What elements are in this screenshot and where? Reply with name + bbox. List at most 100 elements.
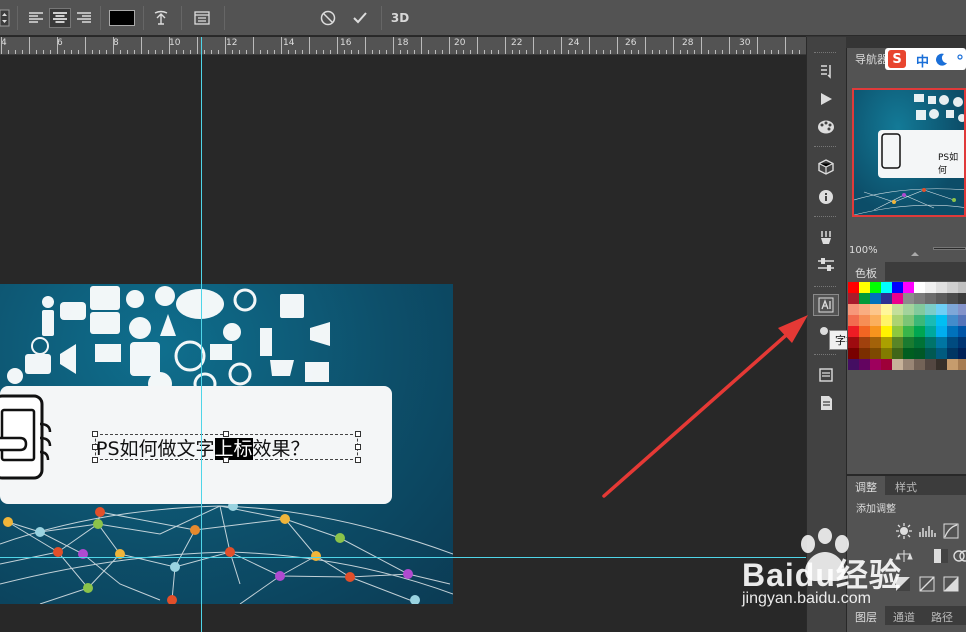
color-swatch[interactable]	[947, 282, 958, 293]
color-swatch[interactable]	[848, 304, 859, 315]
color-swatch[interactable]	[892, 337, 903, 348]
adjustment-sliders-icon[interactable]	[813, 254, 839, 276]
gradient-map-icon[interactable]	[919, 576, 935, 592]
color-swatch[interactable]	[958, 293, 966, 304]
levels-icon[interactable]	[919, 524, 937, 538]
ime-chinese-mode[interactable]: 中	[916, 51, 929, 70]
warp-text-icon[interactable]	[151, 8, 171, 28]
color-swatch[interactable]	[947, 348, 958, 359]
color-swatch[interactable]	[958, 315, 966, 326]
align-center-icon[interactable]	[49, 8, 71, 28]
color-swatch[interactable]	[947, 315, 958, 326]
color-swatch[interactable]	[958, 326, 966, 337]
horizontal-ruler[interactable]: 4 6 8 10 12 14 16 18 20 22 24 26 28 30	[0, 37, 806, 55]
character-panel-toggle-icon[interactable]	[192, 8, 212, 28]
color-swatch[interactable]	[859, 315, 870, 326]
color-swatch[interactable]	[892, 359, 903, 370]
color-swatch[interactable]	[914, 315, 925, 326]
color-swatch[interactable]	[936, 304, 947, 315]
color-swatch[interactable]	[947, 293, 958, 304]
color-swatch[interactable]	[848, 293, 859, 304]
color-swatch[interactable]	[859, 304, 870, 315]
color-swatch[interactable]	[914, 326, 925, 337]
commit-check-icon[interactable]	[350, 8, 370, 28]
curves-icon[interactable]	[943, 523, 959, 539]
layers-tab[interactable]: 图层	[847, 606, 885, 625]
color-swatch[interactable]	[947, 326, 958, 337]
color-swatch[interactable]	[870, 359, 881, 370]
brush-presets-icon[interactable]	[813, 226, 839, 248]
ime-moon-icon[interactable]	[935, 52, 949, 66]
paragraph-styles-icon[interactable]	[813, 364, 839, 386]
actions-play-icon[interactable]	[813, 88, 839, 110]
color-swatch[interactable]	[881, 359, 892, 370]
color-swatch[interactable]	[903, 304, 914, 315]
navigator-thumbnail[interactable]: PS如何	[852, 88, 966, 217]
align-left-icon[interactable]	[26, 8, 46, 28]
character-panel-icon[interactable]	[813, 294, 839, 316]
swatches-tab[interactable]: 色板	[847, 262, 885, 281]
cancel-icon[interactable]	[318, 8, 338, 28]
color-swatch[interactable]	[859, 293, 870, 304]
headline-text[interactable]: PS如何做文字上标效果？	[96, 434, 310, 461]
color-swatch[interactable]	[925, 293, 936, 304]
horizontal-guide[interactable]	[0, 557, 806, 558]
color-swatch[interactable]	[848, 359, 859, 370]
3d-button[interactable]: 3D	[389, 8, 411, 28]
color-swatch[interactable]	[892, 348, 903, 359]
vertical-guide[interactable]	[201, 37, 202, 632]
color-swatch[interactable]	[936, 359, 947, 370]
invert-icon[interactable]	[895, 576, 911, 592]
color-swatch[interactable]	[848, 326, 859, 337]
adjustments-tab[interactable]: 调整	[847, 476, 885, 495]
color-palette-icon[interactable]	[813, 116, 839, 138]
color-swatch[interactable]	[925, 315, 936, 326]
color-swatch[interactable]	[892, 315, 903, 326]
color-swatch[interactable]	[848, 348, 859, 359]
channels-tab[interactable]: 通道	[885, 606, 923, 625]
color-swatch[interactable]	[936, 348, 947, 359]
color-swatch[interactable]	[859, 282, 870, 293]
font-size-stepper[interactable]	[0, 8, 10, 28]
color-swatch[interactable]	[936, 337, 947, 348]
color-swatch[interactable]	[903, 337, 914, 348]
brightness-icon[interactable]	[895, 522, 913, 540]
color-swatch[interactable]	[936, 293, 947, 304]
color-swatch[interactable]	[903, 282, 914, 293]
color-swatch[interactable]	[947, 304, 958, 315]
color-swatch[interactable]	[870, 304, 881, 315]
color-swatch[interactable]	[892, 282, 903, 293]
text-layer[interactable]: PS如何做文字上标效果？	[0, 284, 453, 604]
color-swatch[interactable]	[903, 315, 914, 326]
color-swatch[interactable]	[903, 359, 914, 370]
color-swatch[interactable]	[925, 304, 936, 315]
color-swatch[interactable]	[892, 304, 903, 315]
transform-handle[interactable]	[92, 444, 98, 450]
color-swatch[interactable]	[881, 304, 892, 315]
color-swatch[interactable]	[881, 337, 892, 348]
color-swatch[interactable]	[914, 293, 925, 304]
color-swatch[interactable]	[892, 326, 903, 337]
color-swatch[interactable]	[859, 359, 870, 370]
color-swatch[interactable]	[958, 348, 966, 359]
ime-toolbar[interactable]: S 中	[885, 48, 966, 70]
color-swatch[interactable]	[881, 326, 892, 337]
color-swatch[interactable]	[947, 337, 958, 348]
color-swatch[interactable]	[958, 304, 966, 315]
color-swatch[interactable]	[870, 282, 881, 293]
color-swatch[interactable]	[881, 282, 892, 293]
color-swatch[interactable]	[914, 348, 925, 359]
color-swatch[interactable]	[859, 348, 870, 359]
color-swatch[interactable]	[914, 337, 925, 348]
color-swatch[interactable]	[958, 337, 966, 348]
history-icon[interactable]	[813, 60, 839, 82]
selective-color-icon[interactable]	[943, 576, 959, 592]
zoom-slider[interactable]	[933, 247, 966, 250]
color-swatch[interactable]	[859, 337, 870, 348]
color-swatch[interactable]	[903, 293, 914, 304]
transform-handle[interactable]	[355, 457, 361, 463]
color-swatch[interactable]	[870, 337, 881, 348]
color-swatch[interactable]	[936, 326, 947, 337]
color-swatch[interactable]	[870, 293, 881, 304]
color-swatch[interactable]	[881, 348, 892, 359]
